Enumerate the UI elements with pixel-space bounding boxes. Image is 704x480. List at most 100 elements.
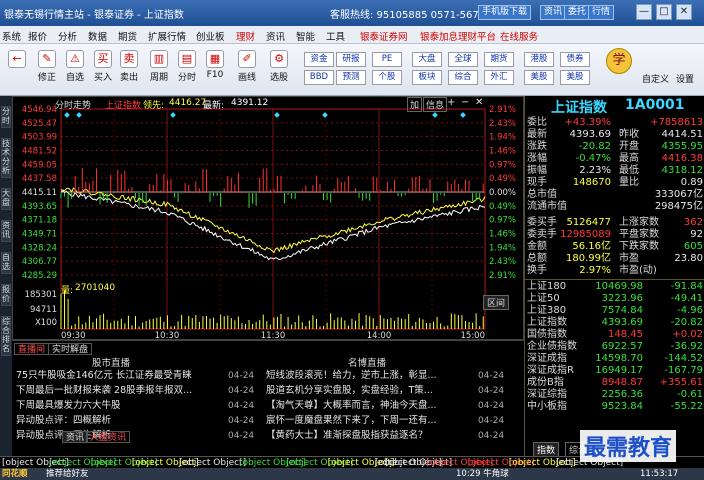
news-item[interactable]: 75只牛股吸金146亿元 长江证券最受青睐 <box>16 369 220 382</box>
index-row[interactable]: 深证成指R 16949.17 -167.79 <box>527 365 703 376</box>
quote-value: 4393.69 <box>569 129 611 140</box>
index-row[interactable]: 中小板指 9523.84 -55.22 <box>527 401 703 412</box>
right-axis-label: 1.46% <box>489 147 516 157</box>
menu-item[interactable]: 创业板 <box>196 29 225 43</box>
index-row[interactable]: 上证指数 4393.69 -20.82 <box>527 317 703 328</box>
left-tab-6[interactable]: 综合排名 <box>1 316 11 356</box>
quote-button[interactable]: 行情 <box>588 5 615 20</box>
toolbar-small-button[interactable]: 个股 <box>372 70 402 85</box>
quote-label-2: 下跌家数 <box>619 241 659 252</box>
index-row[interactable]: 成份B指 8948.87 +355.61 <box>527 377 703 388</box>
toolbar-small-button[interactable]: 大盘 <box>412 52 442 67</box>
minimize-icon[interactable]: — <box>636 4 652 20</box>
buy-label: 买入 <box>93 73 112 83</box>
f10-button[interactable]: ▦ F10 <box>202 50 228 80</box>
left-tab-4[interactable]: 自选 <box>1 252 11 274</box>
toolbar-small-button[interactable]: 全球 <box>448 52 478 67</box>
draw-button[interactable]: ✐ 画线 <box>234 50 260 83</box>
toolbar-small-button[interactable]: 港股 <box>524 52 554 67</box>
maximize-icon[interactable]: □ <box>656 4 672 20</box>
toolbar-small-button[interactable]: 综合 <box>448 70 478 85</box>
toolbar-small-button[interactable]: 板块 <box>412 70 442 85</box>
tab-index[interactable]: 指数 <box>533 442 560 457</box>
index-row[interactable]: 上证180 10469.98 -91.84 <box>527 281 703 292</box>
info-button[interactable]: 信息 <box>423 97 448 112</box>
menu-item[interactable]: 在线服务 <box>500 29 538 43</box>
favorite-button[interactable]: ⚠ 自选 <box>62 50 88 83</box>
back-button[interactable]: ← <box>4 50 30 70</box>
news-item[interactable]: 异动股点评：四概解析 <box>16 414 220 427</box>
menu-item[interactable]: 数据 <box>88 29 107 43</box>
toolbar-small-button[interactable]: 资金 <box>304 52 334 67</box>
menu-item[interactable]: 银泰证券网 <box>360 29 408 43</box>
buy-button[interactable]: 买买入 <box>90 50 116 83</box>
index-row[interactable]: 企业债指数 6922.57 -36.92 <box>527 341 703 352</box>
index-row[interactable]: 深证成指 14598.70 -144.52 <box>527 353 703 364</box>
left-tab-0[interactable]: 分时 <box>1 106 11 128</box>
zoom-in-icon[interactable]: + <box>447 97 455 108</box>
intraday-chart[interactable]: 4546.94 4525.47 4503.99 4481.52 4459.05 4437.… <box>12 96 524 341</box>
select-label: 选股 <box>269 73 288 83</box>
toolbar-small-button[interactable]: 债券 <box>560 52 590 67</box>
left-tab-5[interactable]: 报价 <box>1 284 11 306</box>
settings-button[interactable]: 设置 <box>676 72 694 85</box>
tab-news[interactable]: 资讯 <box>62 431 89 443</box>
timeshare-button[interactable]: ▤ 分时 <box>174 50 200 83</box>
menu-item[interactable]: 工具 <box>326 29 345 43</box>
index-row[interactable]: 国债指数 148.45 +0.02 <box>527 329 703 340</box>
menu-item[interactable]: 银泰加息理财平台 <box>420 29 496 43</box>
period-button[interactable]: ▥ 周期 <box>146 50 172 83</box>
news-item[interactable]: 宸怀一度魔盘果然下来了，下周一还有... <box>266 414 470 427</box>
quote-label: 最新 <box>527 129 547 140</box>
select-button[interactable]: ⚙ 选股 <box>266 50 292 83</box>
menu-item[interactable]: 理财 <box>236 29 255 43</box>
close-chart-icon[interactable]: ✕ <box>475 97 483 108</box>
menu-item[interactable]: 扩展行情 <box>148 29 186 43</box>
left-tab-2[interactable]: 大盘 <box>1 188 11 210</box>
add-button[interactable]: 加 <box>407 97 423 112</box>
menu-item[interactable]: 报价 <box>28 29 47 43</box>
zoom-out-icon[interactable]: − <box>461 97 469 108</box>
tab-live-room[interactable]: 直播间 <box>14 343 50 355</box>
tab-realtime-analysis[interactable]: 实时解盘 <box>48 343 93 355</box>
tab-market-news[interactable]: 大盘资讯 <box>86 431 131 443</box>
news-item[interactable]: 【黄药大士】准渐探盘股指获益逐名？ <box>266 429 470 442</box>
recommend-link[interactable]: 推荐给好友 <box>46 468 89 480</box>
index-row[interactable]: 深证综指 2256.36 -0.61 <box>527 389 703 400</box>
customize-button[interactable]: 自定义 <box>642 72 669 85</box>
news-button[interactable]: 资讯 <box>540 5 567 20</box>
menu-item[interactable]: 分析 <box>58 29 77 43</box>
trade-button[interactable]: 委托 <box>564 5 591 20</box>
menu-item[interactable]: 智能 <box>296 29 315 43</box>
quote-label-2: 昨收 <box>619 129 639 140</box>
mobile-download-button[interactable]: 手机版下载 <box>478 5 532 20</box>
index-row[interactable]: 上证380 7574.84 -4.96 <box>527 305 703 316</box>
toolbar-small-button[interactable]: PE <box>372 52 402 67</box>
news-item[interactable]: 下周最具爆发力六大牛股 <box>16 399 220 412</box>
close-icon[interactable]: ✕ <box>676 4 692 20</box>
menu-item[interactable]: 资讯 <box>266 29 285 43</box>
toolbar-small-button[interactable]: 预测 <box>336 70 366 85</box>
news-item[interactable]: 股道玄机分享实盘股，实盘经验，T策... <box>266 384 470 397</box>
toolbar-small-button[interactable]: BBD <box>304 70 334 85</box>
learn-icon[interactable]: 学 <box>606 48 632 74</box>
left-axis-label: 4371.18 <box>22 216 57 226</box>
zone-button[interactable]: 区间 <box>483 295 510 310</box>
toolbar-small-button[interactable]: 外汇 <box>484 70 514 85</box>
news-item[interactable]: 【淘气天尊】大概率而言，神油今天盘... <box>266 399 470 412</box>
left-tab-3[interactable]: 资讯 <box>1 220 11 242</box>
toolbar-small-button[interactable]: 研报 <box>336 52 366 67</box>
toolbar-small-button[interactable]: 期货 <box>484 52 514 67</box>
menu-item[interactable]: 期货 <box>118 29 137 43</box>
index-change: -4.96 <box>677 305 703 316</box>
sell-button[interactable]: 卖卖出 <box>116 50 142 83</box>
toolbar-small-button[interactable]: 美股 <box>524 70 554 85</box>
correct-button[interactable]: ✎ 修正 <box>34 50 60 83</box>
index-row[interactable]: 上证50 3223.96 -49.41 <box>527 293 703 304</box>
news-item[interactable]: 短线波段滚亮！给力，逆市上涨，彰显... <box>266 369 470 382</box>
menu-item[interactable]: 系统 <box>2 29 21 43</box>
index-change: -167.79 <box>664 365 703 376</box>
left-tab-1[interactable]: 技术分析 <box>1 138 11 178</box>
toolbar-small-button[interactable]: 美股 <box>560 70 590 85</box>
news-item[interactable]: 下周最后一批财报来袭 28股季报年报双... <box>16 384 220 397</box>
